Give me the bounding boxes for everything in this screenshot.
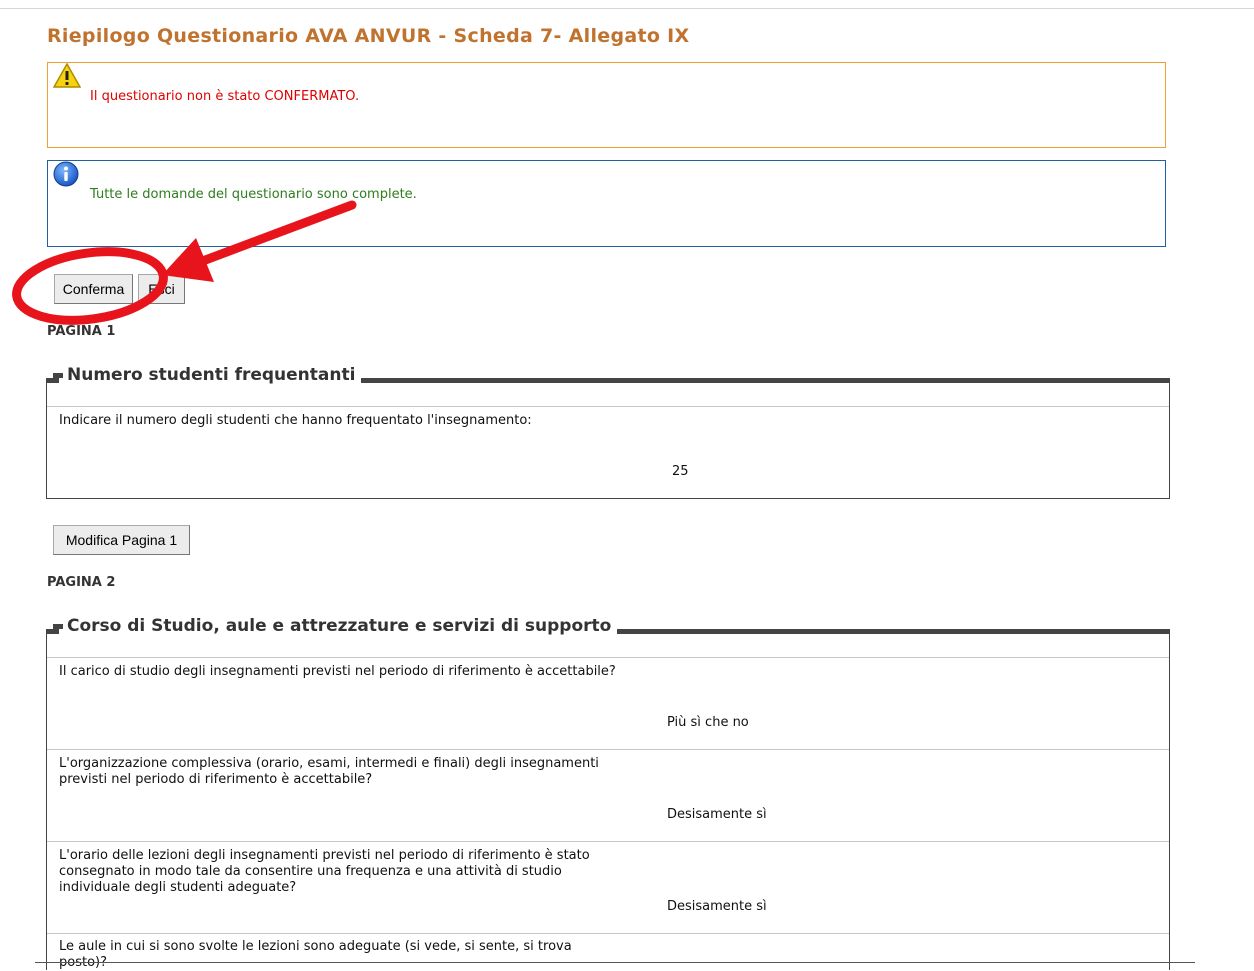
- question-text: L'organizzazione complessiva (orario, es…: [59, 756, 599, 787]
- row-divider: [47, 749, 1169, 750]
- page-1-label: PAGINA 1: [47, 324, 116, 339]
- answer-value: Desisamente sì: [667, 899, 767, 914]
- page-title: Riepilogo Questionario AVA ANVUR - Sched…: [47, 25, 690, 47]
- info-icon: [53, 161, 79, 191]
- answer-value: Desisamente sì: [667, 807, 767, 822]
- row-divider: [47, 841, 1169, 842]
- info-text: Tutte le domande del questionario sono c…: [90, 187, 417, 202]
- answer-value: Più sì che no: [667, 715, 749, 730]
- section-course-facilities: Corso di Studio, aule e attrezzature e s…: [46, 616, 1170, 970]
- question-text: Indicare il numero degli studenti che ha…: [59, 413, 532, 428]
- warning-emphasis: CONFERMATO.: [264, 89, 360, 104]
- section-title: Numero studenti frequentanti: [53, 365, 362, 385]
- bottom-divider: [35, 962, 1195, 963]
- section-students-attending: Numero studenti frequentanti Indicare il…: [46, 365, 1170, 499]
- answer-value: 25: [672, 464, 689, 479]
- row-divider: [47, 406, 1169, 407]
- exit-button[interactable]: Esci: [138, 274, 185, 304]
- question-text: Il carico di studio degli insegnamenti p…: [59, 664, 616, 679]
- question-text: L'orario delle lezioni degli insegnament…: [59, 848, 590, 895]
- page-2-label: PAGINA 2: [47, 575, 116, 590]
- row-divider: [47, 657, 1169, 658]
- warning-text: Il questionario non è stato CONFERMATO.: [90, 89, 360, 104]
- info-message-box: Tutte le domande del questionario sono c…: [47, 160, 1166, 247]
- top-divider: [0, 8, 1254, 9]
- row-divider: [47, 933, 1169, 934]
- question-text: Le aule in cui si sono svolte le lezioni…: [59, 939, 572, 970]
- section-title: Corso di Studio, aule e attrezzature e s…: [53, 616, 618, 636]
- warning-message-box: Il questionario non è stato CONFERMATO.: [47, 62, 1166, 148]
- warning-icon: [52, 62, 82, 93]
- edit-page-1-button[interactable]: Modifica Pagina 1: [53, 525, 190, 555]
- confirm-button[interactable]: Conferma: [54, 274, 133, 304]
